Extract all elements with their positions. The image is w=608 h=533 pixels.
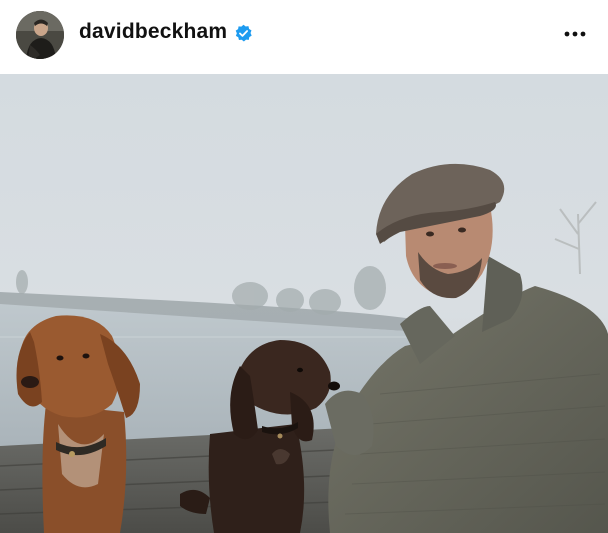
avatar-photo — [16, 11, 64, 59]
avatar[interactable] — [16, 11, 64, 59]
post-photo[interactable] — [0, 74, 608, 533]
more-options-icon[interactable] — [560, 20, 590, 46]
post-header: davidbeckham — [0, 0, 608, 74]
post-image — [0, 74, 608, 533]
username[interactable]: davidbeckham — [79, 20, 227, 44]
verified-badge-icon — [235, 24, 252, 42]
